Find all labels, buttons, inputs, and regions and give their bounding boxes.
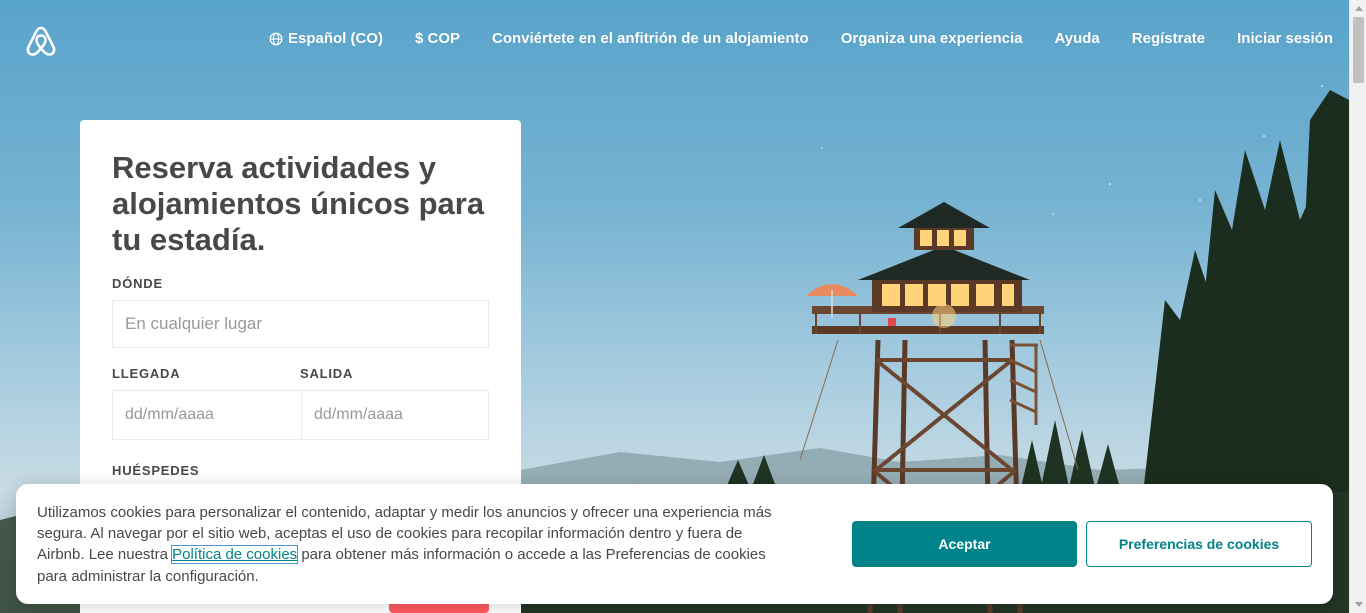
language-selector[interactable]: Español (CO) [269,30,383,47]
cookie-message: Utilizamos cookies para personalizar el … [37,502,777,587]
checkout-date-input[interactable]: dd/mm/aaaa [301,390,489,440]
host-experience-link[interactable]: Organiza una experiencia [841,30,1023,47]
accept-cookies-button[interactable]: Aceptar [852,521,1077,567]
cookie-policy-link[interactable]: Política de cookies [171,545,299,565]
currency-selector[interactable]: $ COP [415,30,460,47]
login-link[interactable]: Iniciar sesión [1237,30,1333,47]
scrollbar-thumb[interactable] [1353,17,1364,83]
help-link[interactable]: Ayuda [1054,30,1099,47]
checkin-label: LLEGADA [112,366,181,381]
where-input[interactable]: En cualquier lugar [112,300,489,348]
checkin-date-input[interactable]: dd/mm/aaaa [112,390,302,440]
language-label: Español (CO) [287,30,383,47]
scroll-up-arrow-icon[interactable] [1350,0,1366,17]
page-scrollbar[interactable] [1349,0,1366,613]
top-nav-bar: Español (CO) $ COP Conviértete en el anf… [0,0,1349,80]
cookie-preferences-button[interactable]: Preferencias de cookies [1086,521,1312,567]
become-host-link[interactable]: Conviértete en el anfitrión de un alojam… [492,30,809,47]
cookie-banner: Utilizamos cookies para personalizar el … [16,484,1333,604]
airbnb-logo-icon[interactable] [25,24,57,58]
checkout-label: SALIDA [300,366,354,381]
guests-label: HUÉSPEDES [112,463,200,478]
signup-link[interactable]: Regístrate [1132,30,1205,47]
globe-icon [269,32,283,45]
header-nav: Español (CO) $ COP Conviértete en el anf… [269,30,1333,47]
scroll-down-arrow-icon[interactable] [1350,596,1366,613]
where-label: DÓNDE [112,276,163,291]
search-card-title: Reserva actividades y alojamientos único… [112,150,485,257]
